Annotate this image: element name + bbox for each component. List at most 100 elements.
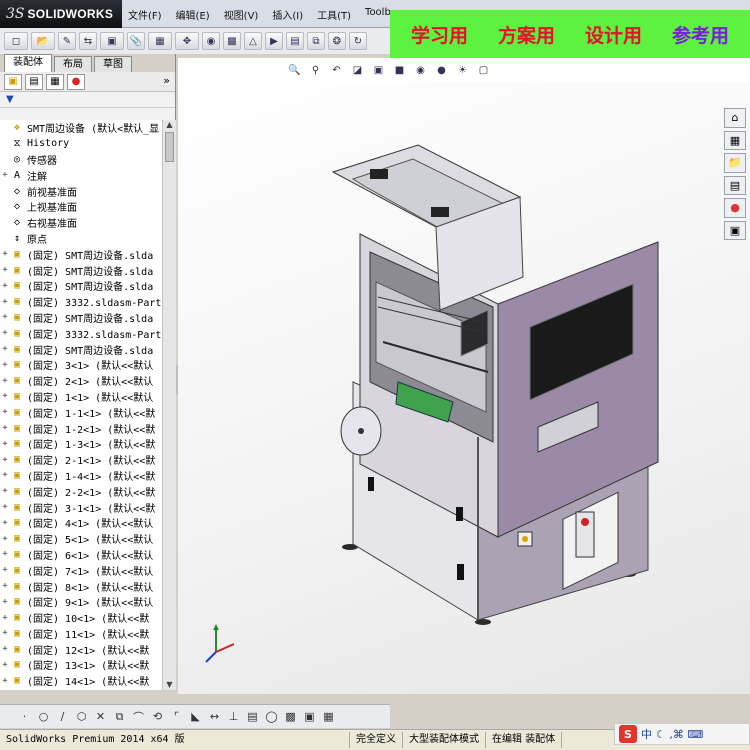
tree-item[interactable]: ◇ 右视基准面 (0, 215, 162, 231)
grid-icon[interactable]: ▦ (320, 708, 337, 725)
polygon-icon[interactable]: ⬡ (73, 708, 90, 725)
expand-toggle-icon[interactable]: + (0, 376, 10, 386)
appearances-icon[interactable]: ● (724, 198, 746, 218)
move-component-icon[interactable]: ✥ (175, 32, 199, 50)
scrollbar-thumb[interactable] (165, 132, 174, 162)
expand-toggle-icon[interactable]: + (0, 423, 10, 433)
expand-toggle-icon[interactable]: + (0, 281, 10, 291)
trim-icon[interactable]: ✕ (92, 708, 109, 725)
view-palette-icon[interactable]: ▤ (724, 175, 746, 195)
fillet-icon[interactable]: ⌜ (168, 708, 185, 725)
tree-item[interactable]: + ▣ (固定) 14<1> (默认<<默 (0, 673, 162, 689)
rebuild-icon[interactable]: ↻ (349, 32, 367, 50)
relations-icon[interactable]: ⊥ (225, 708, 242, 725)
tree-item[interactable]: + ▣ (固定) 3<1> (默认<<默认 (0, 357, 162, 373)
expand-toggle-icon[interactable]: + (0, 534, 10, 544)
tree-item[interactable]: + A 注解 (0, 167, 162, 183)
display-manager-icon[interactable]: ● (67, 73, 85, 90)
expand-toggle-icon[interactable]: + (0, 249, 10, 259)
expand-toggle-icon[interactable]: + (0, 502, 10, 512)
smart-mates-icon[interactable]: ⇆ (79, 32, 97, 50)
tree-item[interactable]: ◎ 传感器 (0, 152, 162, 168)
expand-toggle-icon[interactable]: + (0, 660, 10, 670)
expand-toggle-icon[interactable]: + (0, 265, 10, 275)
menu-toolbox[interactable]: Toolb (365, 7, 391, 22)
graphics-area[interactable] (178, 82, 750, 694)
expand-toggle-icon[interactable]: + (0, 676, 10, 686)
expand-toggle-icon[interactable]: + (0, 344, 10, 354)
isometric-view-icon[interactable]: ▩ (282, 708, 299, 725)
scroll-up-icon[interactable]: ▲ (165, 120, 174, 130)
tree-item[interactable]: + ▣ (固定) SMT周边设备.slda (0, 310, 162, 326)
linear-pattern-icon[interactable]: ▦ (148, 32, 172, 50)
expand-toggle-icon[interactable]: + (0, 518, 10, 528)
hide-show-items-icon[interactable]: ◉ (413, 62, 429, 78)
tree-item[interactable]: + ▣ (固定) 3332.sldasm-Part (0, 294, 162, 310)
tree-item[interactable]: + ▣ (固定) SMT周边设备.slda (0, 246, 162, 262)
tree-item[interactable]: + ▣ (固定) SMT周边设备.slda (0, 278, 162, 294)
tree-item[interactable]: ⧖ History (0, 136, 162, 152)
expand-toggle-icon[interactable]: + (0, 391, 10, 401)
chamfer-icon[interactable]: ◣ (187, 708, 204, 725)
expand-toggle-icon[interactable]: + (0, 470, 10, 480)
open-folder-icon[interactable]: 📂 (31, 32, 55, 50)
tree-item[interactable]: + ▣ (固定) 3-1<1> (默认<<默 (0, 499, 162, 515)
design-library-icon[interactable]: ▦ (724, 130, 746, 150)
feature-tree-icon[interactable]: ▣ (4, 73, 22, 90)
ime-logo-icon[interactable]: S (619, 725, 637, 743)
tree-item[interactable]: + ▣ (固定) 2<1> (默认<<默认 (0, 373, 162, 389)
apply-scene-icon[interactable]: ☀ (455, 62, 471, 78)
tree-item[interactable]: + ▣ (固定) 11<1> (默认<<默 (0, 626, 162, 642)
tree-item[interactable]: + ▣ (固定) 5<1> (默认<<默认 (0, 531, 162, 547)
reference-geometry-icon[interactable]: △ (244, 32, 262, 50)
tab-sketch[interactable]: 草图 (94, 56, 132, 72)
zoom-to-area-icon[interactable]: ⚲ (308, 62, 324, 78)
bill-of-materials-icon[interactable]: ▤ (286, 32, 304, 50)
ime-language[interactable]: 中 (641, 726, 652, 742)
tree-item[interactable]: ◇ 上视基准面 (0, 199, 162, 215)
tree-item[interactable]: + ▣ (固定) 7<1> (默认<<默认 (0, 562, 162, 578)
pencil-icon[interactable]: ✎ (58, 32, 76, 50)
menu-file[interactable]: 文件(F) (128, 7, 162, 22)
tab-layout[interactable]: 布局 (54, 56, 92, 72)
tree-item[interactable]: + ▣ (固定) 8<1> (默认<<默认 (0, 578, 162, 594)
expand-toggle-icon[interactable]: + (0, 455, 10, 465)
show-hidden-icon[interactable]: ◉ (202, 32, 220, 50)
arc-icon[interactable]: ⌒ (130, 708, 147, 725)
tree-item[interactable]: ❖ SMT周边设备 (默认<默认_显 (0, 120, 162, 136)
tree-item[interactable]: + ▣ (固定) 1-3<1> (默认<<默 (0, 436, 162, 452)
insert-component-icon[interactable]: ▣ (100, 32, 124, 50)
tree-vertical-scrollbar[interactable]: ▲ ▼ (162, 120, 176, 690)
file-explorer-icon[interactable]: 📁 (724, 153, 746, 173)
normal-to-icon[interactable]: ▣ (301, 708, 318, 725)
configuration-manager-icon[interactable]: ▦ (46, 73, 64, 90)
scroll-down-icon[interactable]: ▼ (165, 680, 174, 690)
custom-properties-icon[interactable]: ▣ (724, 220, 746, 240)
expand-toggle-icon[interactable]: + (0, 407, 10, 417)
section-view-icon[interactable]: ◪ (350, 62, 366, 78)
tree-item[interactable]: + ▣ (固定) 2-2<1> (默认<<默 (0, 483, 162, 499)
tree-item[interactable]: ↕ 原点 (0, 231, 162, 247)
mate-icon[interactable]: 📎 (127, 32, 145, 50)
menu-insert[interactable]: 插入(I) (272, 7, 303, 22)
tree-item[interactable]: + ▣ (固定) 6<1> (默认<<默认 (0, 547, 162, 563)
point-icon[interactable]: · (16, 708, 33, 725)
expand-toggle-icon[interactable]: + (0, 486, 10, 496)
circle-icon[interactable]: ○ (35, 708, 52, 725)
edit-appearance-icon[interactable]: ● (434, 62, 450, 78)
tree-item[interactable]: ◇ 前视基准面 (0, 183, 162, 199)
mirror-icon[interactable]: ⧉ (111, 708, 128, 725)
tree-item[interactable]: + ▣ (固定) 1-1<1> (默认<<默 (0, 404, 162, 420)
more-panels-icon[interactable]: » (163, 74, 170, 87)
tree-item[interactable]: + ▣ (固定) 3332.sldasm-Part (0, 325, 162, 341)
expand-toggle-icon[interactable]: + (0, 581, 10, 591)
tree-item[interactable]: + ▣ (固定) SMT周边设备.slda (0, 341, 162, 357)
offset-icon[interactable]: ⟲ (149, 708, 166, 725)
tree-item[interactable]: + ▣ (固定) 1-4<1> (默认<<默 (0, 468, 162, 484)
previous-view-icon[interactable]: ↶ (329, 62, 345, 78)
menu-edit[interactable]: 编辑(E) (176, 7, 210, 22)
assembly-features-icon[interactable]: ▩ (223, 32, 241, 50)
expand-toggle-icon[interactable]: + (0, 170, 10, 180)
property-manager-icon[interactable]: ▤ (25, 73, 43, 90)
tree-item[interactable]: + ▣ (固定) 9<1> (默认<<默认 (0, 594, 162, 610)
